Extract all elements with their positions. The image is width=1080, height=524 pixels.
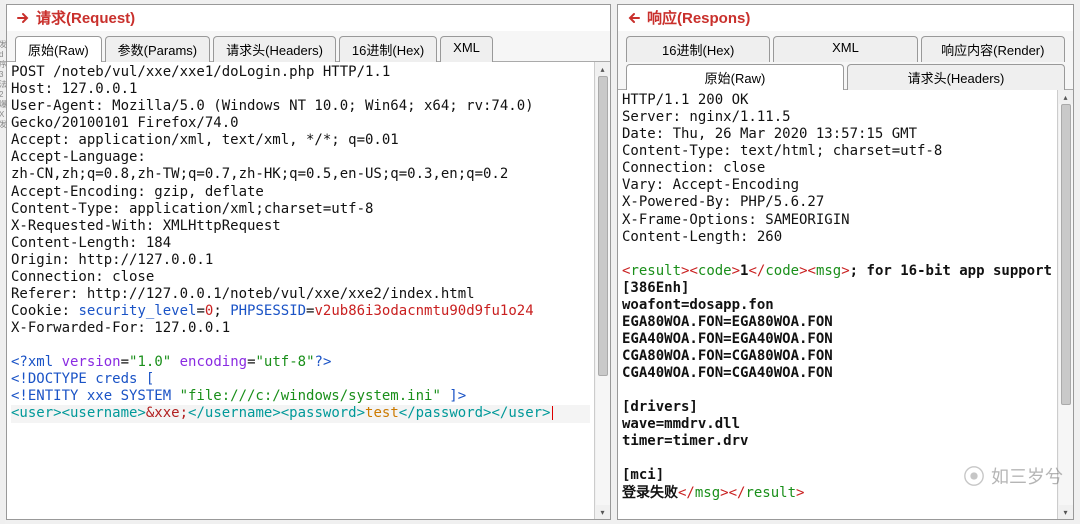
tab-response-raw[interactable]: 原始(Raw): [626, 64, 844, 90]
tab-response-hex[interactable]: 16进制(Hex): [626, 36, 770, 62]
request-scrollbar[interactable]: ▴ ▾: [594, 62, 610, 519]
request-title: 请求(Request): [36, 7, 135, 28]
scroll-down-icon[interactable]: ▾: [1059, 505, 1073, 519]
arrow-left-icon: [626, 10, 641, 25]
scroll-up-icon[interactable]: ▴: [1059, 90, 1073, 104]
tab-request-params[interactable]: 参数(Params): [105, 36, 210, 62]
response-bottom-tabs: 原始(Raw) 请求头(Headers): [618, 61, 1073, 90]
arrow-right-icon: [15, 10, 30, 25]
scroll-up-icon[interactable]: ▴: [596, 62, 610, 76]
scroll-down-icon[interactable]: ▾: [596, 505, 610, 519]
tab-response-headers[interactable]: 请求头(Headers): [847, 64, 1065, 90]
request-tabs: 原始(Raw) 参数(Params) 请求头(Headers) 16进制(Hex…: [7, 31, 610, 62]
tab-response-xml[interactable]: XML: [773, 36, 917, 62]
tab-request-raw[interactable]: 原始(Raw): [15, 36, 102, 62]
tab-request-xml[interactable]: XML: [440, 36, 493, 62]
response-panel: 响应(Respons) 16进制(Hex) XML 响应内容(Render) 原…: [617, 4, 1074, 520]
tab-request-headers[interactable]: 请求头(Headers): [213, 36, 336, 62]
request-body-editor[interactable]: POST /noteb/vul/xxe/xxe1/doLogin.php HTT…: [7, 62, 594, 519]
request-panel: 请求(Request) 原始(Raw) 参数(Params) 请求头(Heade…: [6, 4, 611, 520]
request-header: 请求(Request): [7, 5, 610, 31]
response-top-tabs: 16进制(Hex) XML 响应内容(Render): [618, 31, 1073, 61]
response-scrollbar[interactable]: ▴ ▾: [1057, 90, 1073, 519]
left-margin-strip: 发d序3法2爆X发: [0, 0, 5, 524]
response-header: 响应(Respons): [618, 5, 1073, 31]
response-body-view[interactable]: HTTP/1.1 200 OKServer: nginx/1.11.5Date:…: [618, 90, 1057, 519]
tab-request-hex[interactable]: 16进制(Hex): [339, 36, 437, 62]
response-title: 响应(Respons): [647, 7, 750, 28]
tab-response-render[interactable]: 响应内容(Render): [921, 36, 1065, 62]
